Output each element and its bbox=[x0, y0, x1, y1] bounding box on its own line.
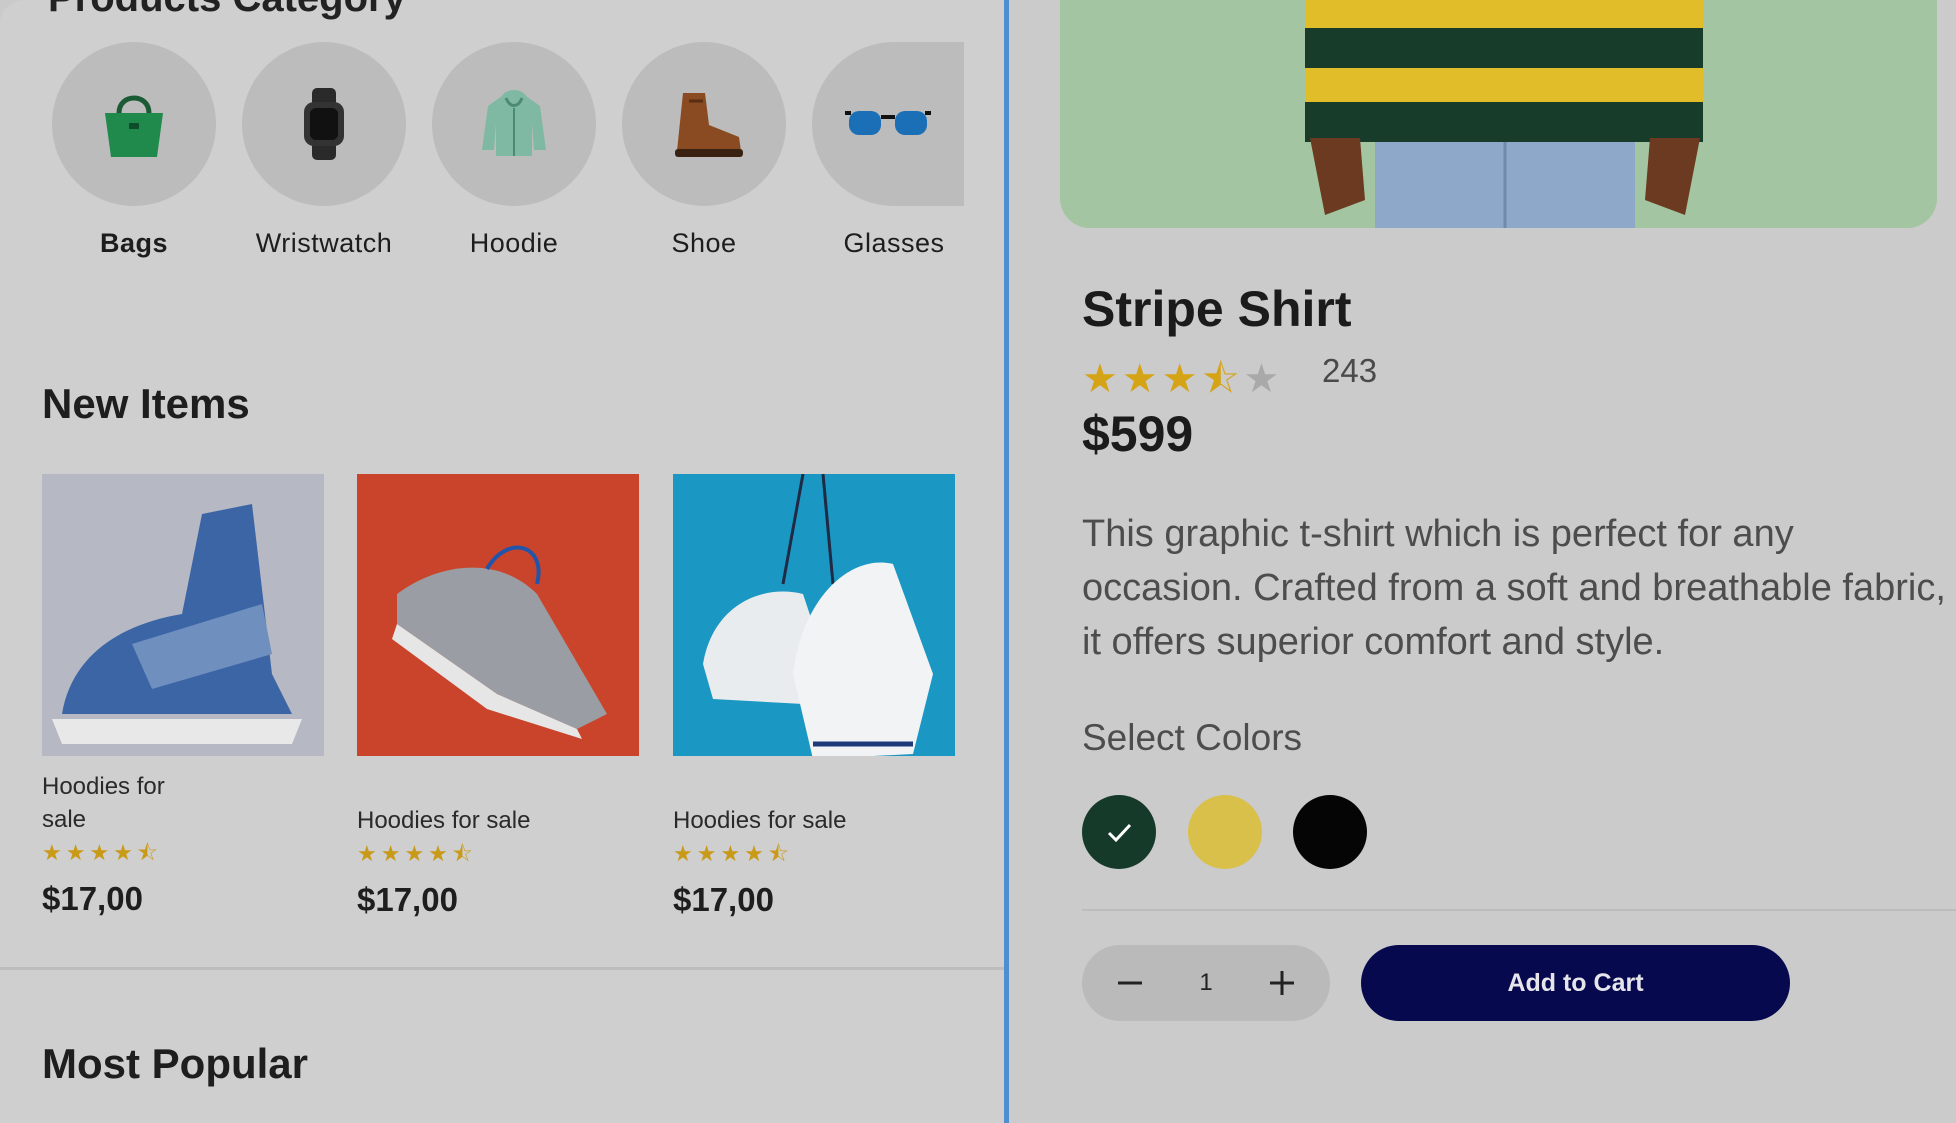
add-to-cart-button[interactable]: Add to Cart bbox=[1361, 945, 1790, 1021]
product-card[interactable]: Hoodies for sale ★★★★⯪ $17,00 bbox=[357, 474, 639, 919]
category-section-title: Products Category bbox=[48, 0, 406, 21]
product-description: This graphic t-shirt which is perfect fo… bbox=[1082, 513, 1946, 663]
category-label: Hoodie bbox=[469, 228, 559, 258]
star-icon: ★ bbox=[1082, 357, 1122, 401]
product-card[interactable]: Hoodies for sale ★★★★⯪ $17,00 bbox=[673, 474, 955, 919]
rating-stars: ★★★★⯪ bbox=[357, 841, 477, 866]
category-circle bbox=[242, 42, 406, 206]
product-title: Hoodies for sale bbox=[357, 807, 531, 834]
most-popular-title: Most Popular bbox=[42, 1040, 309, 1087]
category-circle bbox=[622, 42, 786, 206]
category-bags[interactable]: Bags bbox=[52, 42, 216, 259]
smartwatch-icon bbox=[304, 88, 344, 160]
category-label: Wristwatch bbox=[255, 228, 393, 258]
color-swatch-black[interactable] bbox=[1293, 795, 1367, 869]
handbag-icon bbox=[105, 95, 163, 157]
boot-icon bbox=[675, 93, 743, 157]
left-panel: Products Category Bags Wristwatch bbox=[0, 0, 1004, 1123]
category-glasses[interactable]: Glasses bbox=[812, 42, 976, 259]
hoodie-icon bbox=[482, 90, 546, 156]
category-label: Shoe bbox=[671, 228, 737, 258]
category-circle bbox=[432, 42, 596, 206]
review-count: 243 bbox=[1322, 352, 1378, 389]
quantity-stepper[interactable]: 1 bbox=[1082, 945, 1330, 1021]
color-swatch-yellow[interactable] bbox=[1188, 795, 1262, 869]
product-hero-image bbox=[1060, 0, 1937, 228]
category-shoe[interactable]: Shoe bbox=[622, 42, 786, 259]
half-star-icon: ⯪ bbox=[1201, 357, 1244, 401]
product-price: $17,00 bbox=[42, 880, 143, 917]
star-icon: ★ bbox=[1161, 357, 1202, 401]
star-empty-icon: ★ bbox=[1243, 357, 1284, 401]
product-title: Hoodies for sale bbox=[42, 773, 165, 833]
product-price: $17,00 bbox=[673, 881, 774, 918]
category-wristwatch[interactable]: Wristwatch bbox=[242, 42, 406, 259]
plus-icon[interactable] bbox=[1244, 945, 1320, 1021]
product-image bbox=[673, 474, 955, 756]
new-items-title: New Items bbox=[42, 380, 250, 427]
rating-stars: ★★★★⯪ bbox=[42, 840, 162, 865]
section-divider bbox=[0, 967, 1004, 970]
select-colors-label: Select Colors bbox=[1082, 717, 1303, 758]
sunglasses-icon bbox=[845, 111, 931, 135]
category-hoodie[interactable]: Hoodie bbox=[432, 42, 596, 259]
product-price: $17,00 bbox=[357, 881, 458, 918]
product-image bbox=[357, 474, 639, 756]
product-price: $599 bbox=[1082, 406, 1194, 462]
category-label: Bags bbox=[99, 228, 169, 258]
section-divider bbox=[1082, 909, 1956, 911]
check-icon bbox=[1107, 823, 1132, 843]
product-title: Stripe Shirt bbox=[1082, 281, 1352, 337]
category-circle bbox=[52, 42, 216, 206]
color-swatch-green[interactable] bbox=[1082, 795, 1156, 869]
star-icon: ★ bbox=[1121, 357, 1162, 401]
category-label: Glasses bbox=[843, 228, 945, 258]
category-circle bbox=[812, 42, 964, 206]
product-card[interactable]: Hoodies for sale ★★★★⯪ $17,00 bbox=[42, 474, 324, 918]
product-title: Hoodies for sale bbox=[673, 807, 847, 834]
product-image bbox=[42, 474, 324, 756]
rating-stars: ★★★★⯪ bbox=[673, 841, 793, 866]
